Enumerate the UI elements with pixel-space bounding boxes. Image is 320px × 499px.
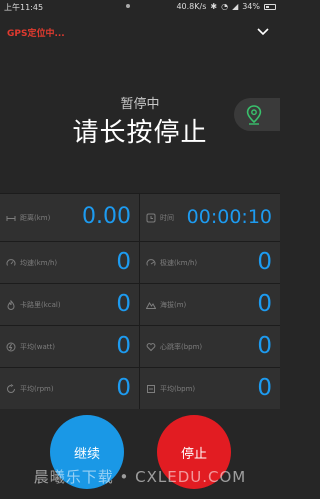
metric-calories: 卡路里(kcal) 0 (0, 284, 140, 325)
metric-avg-rpm: 平均(rpm) 0 (0, 368, 140, 409)
metrics-row: 平均(rpm) 0 平均(bpm) 0 (0, 367, 280, 409)
metric-label: 海拔(m) (160, 300, 187, 309)
metric-value: 0 (257, 248, 272, 275)
metric-avg-speed: 均速(km/h) 0 (0, 242, 140, 283)
battery-icon (264, 3, 276, 10)
metric-label: 平均(bpm) (160, 384, 196, 393)
map-button[interactable] (234, 98, 280, 131)
network-speed: 40.8K/s (176, 2, 207, 11)
metric-value: 0 (116, 290, 131, 317)
metric-altitude: 海拔(m) 0 (140, 284, 280, 325)
power-icon (6, 342, 16, 351)
battery-percent: 34% (242, 2, 260, 11)
heart-rate-icon (146, 342, 156, 351)
wifi-icon: ◔ (221, 2, 229, 11)
metric-label: 平均(watt) (20, 342, 55, 351)
metrics-grid: 距离(km) 0.00 时间 00:00:10 均速(km/h) 0 极速(km… (0, 193, 280, 409)
speed-icon (6, 258, 16, 266)
metric-label: 距离(km) (20, 213, 51, 222)
signal-icon: ◢ (232, 2, 239, 11)
max-speed-icon (146, 258, 156, 266)
metrics-row: 距离(km) 0.00 时间 00:00:10 (0, 193, 280, 241)
metric-label: 均速(km/h) (20, 258, 58, 267)
metric-label: 卡路里(kcal) (20, 300, 61, 309)
gps-status: GPS定位中... (7, 29, 65, 39)
status-right: 40.8K/s ✱ ◔ ◢ 34% (176, 2, 276, 11)
chevron-down-icon[interactable] (256, 25, 270, 39)
altitude-icon (146, 301, 156, 309)
metrics-row: 卡路里(kcal) 0 海拔(m) 0 (0, 283, 280, 325)
metric-time: 时间 00:00:10 (140, 194, 280, 241)
distance-icon (6, 215, 16, 221)
metric-value: 0 (257, 290, 272, 317)
metric-avg-bpm: 平均(bpm) 0 (140, 368, 280, 409)
bluetooth-icon: ✱ (210, 2, 218, 11)
metric-value: 0 (257, 332, 272, 359)
metric-label: 平均(rpm) (20, 384, 54, 393)
metric-value: 0 (116, 332, 131, 359)
metric-avg-power: 平均(watt) 0 (0, 326, 140, 367)
metric-value: 0 (116, 374, 131, 401)
status-time: 上午11:45 (4, 3, 44, 12)
metric-value: 0.00 (82, 203, 131, 229)
notification-dot-icon (126, 4, 130, 8)
calorie-icon (7, 299, 15, 310)
metric-label: 时间 (160, 213, 174, 222)
metric-label: 心跳率(bpm) (160, 342, 203, 351)
metric-value: 0 (116, 248, 131, 275)
metric-distance: 距离(km) 0.00 (0, 194, 140, 241)
metrics-row: 平均(watt) 0 心跳率(bpm) 0 (0, 325, 280, 367)
map-pin-icon (246, 104, 262, 125)
clock-icon (146, 213, 156, 222)
metric-max-speed: 极速(km/h) 0 (140, 242, 280, 283)
metrics-row: 均速(km/h) 0 极速(km/h) 0 (0, 241, 280, 283)
metric-heart-rate: 心跳率(bpm) 0 (140, 326, 280, 367)
cadence-bpm-icon (147, 384, 155, 393)
metric-value: 00:00:10 (186, 205, 272, 228)
metric-label: 极速(km/h) (160, 258, 198, 267)
status-bar: 上午11:45 40.8K/s ✱ ◔ ◢ 34% (0, 0, 280, 13)
metric-value: 0 (257, 374, 272, 401)
cadence-icon (7, 383, 15, 393)
watermark: 晨曦乐下载 • CXLEDU.COM (33, 468, 247, 486)
